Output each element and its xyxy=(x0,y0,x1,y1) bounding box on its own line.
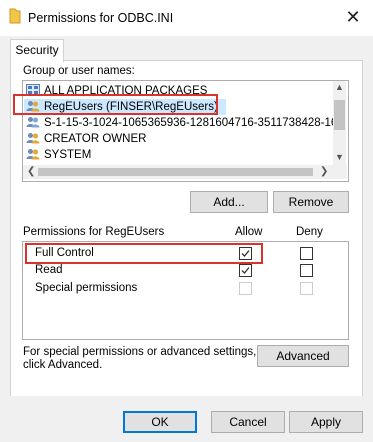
special-deny-checkbox xyxy=(300,282,313,295)
advanced-hint-line1: For special permissions or advanced sett… xyxy=(23,346,257,358)
special-allow-checkbox xyxy=(239,282,252,295)
full-control-deny-checkbox[interactable] xyxy=(300,247,313,260)
highlight-full-control xyxy=(25,243,263,264)
groups-label: Group or user names: xyxy=(23,65,135,77)
folder-icon xyxy=(9,8,21,24)
scroll-up-icon[interactable]: ▲ xyxy=(333,82,346,92)
users-group-icon xyxy=(26,132,40,144)
apply-button[interactable]: Apply xyxy=(289,411,363,433)
permission-label: Special permissions xyxy=(35,282,138,294)
unknown-sid-icon xyxy=(26,116,40,128)
deny-header: Deny xyxy=(296,226,323,238)
list-item-label: CREATOR OWNER xyxy=(44,133,147,145)
close-icon[interactable]: ✕ xyxy=(342,6,364,28)
remove-button[interactable]: Remove xyxy=(273,191,349,213)
advanced-hint-line2: click Advanced. xyxy=(23,359,103,371)
list-item-label: S-1-15-3-1024-1065365936-1281604716-3511… xyxy=(44,117,344,129)
allow-header: Allow xyxy=(235,226,263,238)
list-item-label: SYSTEM xyxy=(44,149,92,161)
scroll-right-icon[interactable]: ❯ xyxy=(320,166,328,177)
users-group-icon xyxy=(26,148,40,160)
ok-button[interactable]: OK xyxy=(123,411,197,433)
vertical-scroll-thumb[interactable] xyxy=(334,100,345,130)
advanced-button[interactable]: Advanced xyxy=(257,345,349,367)
cancel-button[interactable]: Cancel xyxy=(211,411,285,433)
read-deny-checkbox[interactable] xyxy=(300,264,313,277)
scroll-left-icon[interactable]: ❮ xyxy=(27,166,35,177)
list-item[interactable]: CREATOR OWNER xyxy=(26,131,146,147)
permission-label: Read xyxy=(35,264,63,276)
highlight-selected-user xyxy=(13,94,218,115)
list-item[interactable]: SYSTEM xyxy=(26,147,91,163)
scroll-down-icon[interactable]: ▼ xyxy=(333,152,346,162)
tab-security[interactable]: Security xyxy=(10,39,64,62)
permissions-label: Permissions for RegEUsers xyxy=(23,226,165,238)
list-item[interactable]: S-1-15-3-1024-1065365936-1281604716-3511… xyxy=(26,115,344,131)
tab-security-label: Security xyxy=(15,43,59,57)
read-allow-checkbox[interactable] xyxy=(239,264,252,277)
window-title: Permissions for ODBC.INI xyxy=(28,11,174,25)
horizontal-scroll-thumb[interactable] xyxy=(38,168,313,176)
add-button[interactable]: Add... xyxy=(190,191,268,213)
